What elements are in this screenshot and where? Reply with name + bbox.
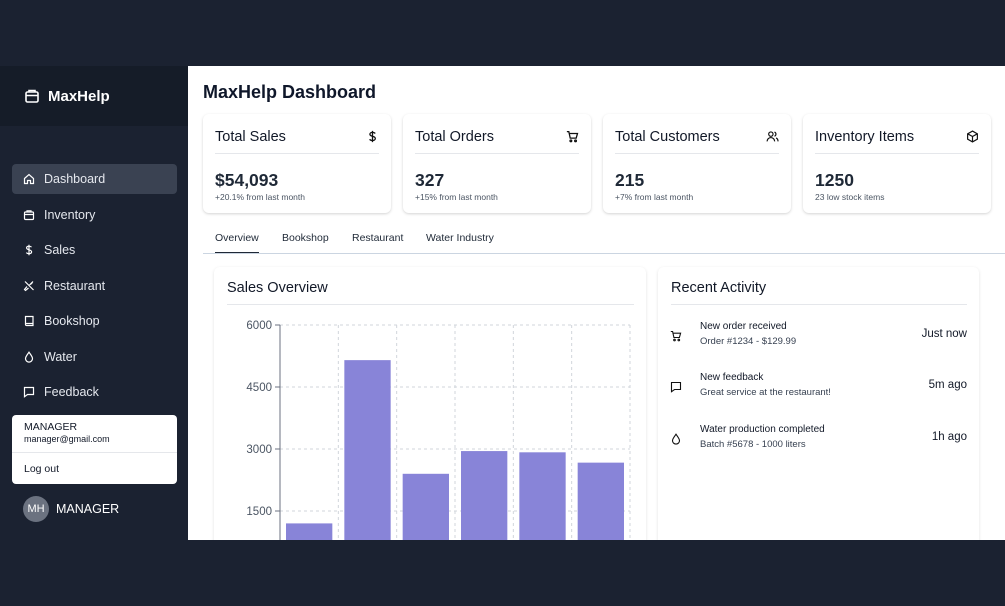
card-divider [415, 153, 579, 154]
card-title: Total Sales [215, 129, 286, 145]
message-icon [670, 381, 682, 393]
tab-overview[interactable]: Overview [215, 232, 259, 254]
recent-activity-panel: Recent Activity New order received Order… [658, 267, 979, 540]
brand: MaxHelp [0, 66, 188, 126]
utensils-icon [23, 280, 34, 291]
panel-title: Sales Overview [227, 280, 328, 296]
cart-icon [566, 130, 579, 143]
activity-time: 1h ago [931, 431, 967, 443]
tab-bar: Overview Bookshop Restaurant Water Indus… [203, 224, 1005, 254]
sidebar-nav: Dashboard Inventory Sales Restaurant Boo… [12, 164, 177, 413]
users-icon [766, 131, 779, 142]
activity-title: New feedback [700, 372, 764, 383]
sidebar-item-feedback[interactable]: Feedback [12, 377, 177, 407]
sidebar-item-water[interactable]: Water [12, 342, 177, 372]
user-menu-popover: MANAGER manager@gmail.com Log out [12, 415, 177, 484]
droplet-icon [671, 433, 681, 445]
activity-item: New feedback Great service at the restau… [670, 372, 967, 412]
bar [286, 523, 333, 540]
sidebar-item-restaurant[interactable]: Restaurant [12, 271, 177, 301]
sidebar-item-label: Bookshop [44, 314, 100, 328]
card-subtext: 23 low stock items [815, 192, 885, 202]
tab-water-industry[interactable]: Water Industry [426, 232, 494, 244]
y-tick-label: 6000 [246, 320, 272, 332]
sidebar-item-sales[interactable]: Sales [12, 235, 177, 265]
card-total-sales: Total Sales $54,093 +20.1% from last mon… [203, 114, 391, 213]
sales-bar-chart: 1500 3000 4500 6000 [246, 320, 631, 540]
card-total-customers: Total Customers 215 +7% from last month [603, 114, 791, 213]
card-value: $54,093 [215, 170, 279, 190]
user-name: MANAGER [56, 502, 120, 516]
activity-title: New order received [700, 321, 787, 332]
bar [402, 473, 449, 540]
box-icon [23, 209, 35, 220]
activity-detail: Batch #5678 - 1000 liters [700, 439, 806, 450]
droplet-icon [24, 350, 34, 363]
card-title: Total Orders [415, 129, 494, 145]
card-total-orders: Total Orders 327 +15% from last month [403, 114, 591, 213]
dollar-icon [25, 244, 33, 256]
activity-item: New order received Order #1234 - $129.99… [670, 321, 967, 361]
bar [461, 451, 508, 540]
avatar: MH [23, 496, 49, 522]
main-content: MaxHelp Dashboard Total Sales $54,093 +2… [188, 66, 1005, 540]
card-subtext: +20.1% from last month [215, 192, 306, 202]
bar [577, 462, 624, 540]
card-title: Total Customers [615, 129, 720, 145]
bar [519, 452, 566, 540]
activity-detail: Order #1234 - $129.99 [700, 336, 797, 347]
dollar-icon [369, 130, 376, 143]
tab-bookshop[interactable]: Bookshop [282, 232, 329, 244]
logout-button[interactable]: Log out [24, 463, 59, 475]
card-value: 215 [615, 170, 645, 190]
card-divider [215, 153, 379, 154]
y-tick-label: 1500 [246, 506, 272, 518]
sidebar-item-label: Dashboard [44, 172, 106, 186]
tab-divider [203, 253, 1005, 254]
activity-title: Water production completed [700, 424, 825, 435]
app-window: MaxHelp Dashboard Inventory Sales Restau… [0, 66, 1005, 540]
user-email: manager@gmail.com [24, 434, 110, 444]
card-divider [815, 153, 979, 154]
card-title: Inventory Items [815, 129, 915, 145]
y-tick-label: 4500 [246, 382, 272, 394]
sales-overview-panel: Sales Overview 1500 3000 4500 6000 [214, 267, 646, 540]
home-icon [23, 173, 35, 185]
sidebar-item-label: Inventory [44, 207, 96, 222]
panel-divider [671, 304, 967, 305]
card-divider [615, 153, 779, 154]
panel-title: Recent Activity [671, 280, 767, 296]
user-role: MANAGER [24, 421, 78, 433]
sidebar-item-label: Feedback [44, 385, 99, 399]
tab-restaurant[interactable]: Restaurant [352, 232, 403, 244]
book-icon [24, 315, 34, 327]
activity-detail: Great service at the restaurant! [700, 387, 831, 398]
brand-name: MaxHelp [48, 87, 110, 105]
bar [344, 360, 391, 540]
card-value: 327 [415, 170, 445, 190]
activity-time: Just now [921, 328, 967, 340]
sidebar-item-label: Restaurant [44, 278, 106, 293]
card-subtext: +15% from last month [415, 192, 498, 202]
page-title: MaxHelp Dashboard [203, 82, 377, 102]
sidebar: MaxHelp Dashboard Inventory Sales Restau… [0, 66, 188, 540]
activity-item: Water production completed Batch #5678 -… [670, 424, 967, 464]
panel-divider [227, 304, 634, 305]
box-icon [25, 89, 39, 103]
sidebar-item-label: Water [44, 349, 77, 364]
menu-divider [12, 452, 177, 453]
cart-icon [670, 330, 682, 342]
y-tick-label: 3000 [246, 444, 272, 456]
package-icon [967, 130, 978, 143]
card-subtext: +7% from last month [615, 192, 694, 202]
sidebar-item-inventory[interactable]: Inventory [12, 200, 177, 230]
card-inventory-items: Inventory Items 1250 23 low stock items [803, 114, 991, 213]
card-value: 1250 [815, 170, 854, 190]
sidebar-item-bookshop[interactable]: Bookshop [12, 306, 177, 336]
sidebar-item-label: Sales [44, 243, 76, 257]
user-profile-button[interactable]: MH MANAGER [23, 496, 119, 522]
activity-time: 5m ago [928, 379, 967, 391]
sidebar-item-dashboard[interactable]: Dashboard [12, 164, 177, 194]
message-icon [23, 386, 35, 398]
